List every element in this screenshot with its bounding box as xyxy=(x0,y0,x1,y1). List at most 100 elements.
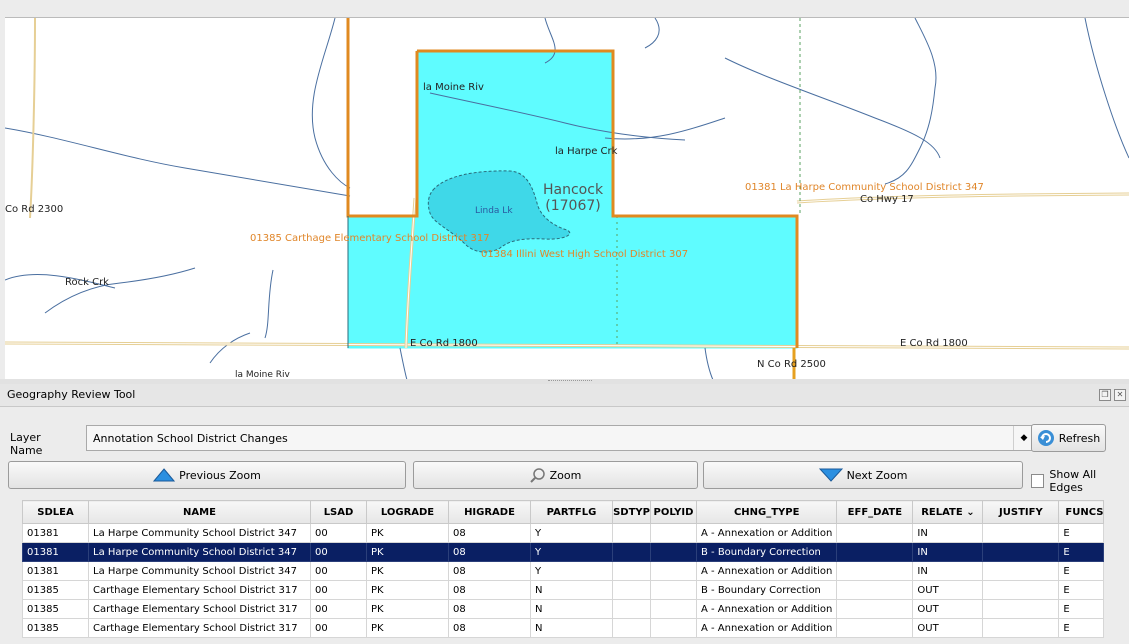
table-cell[interactable]: Carthage Elementary School District 317 xyxy=(88,580,311,600)
table-cell[interactable] xyxy=(612,542,651,562)
table-cell[interactable]: Y xyxy=(530,542,613,562)
table-cell[interactable] xyxy=(836,561,914,581)
table-cell[interactable] xyxy=(612,580,651,600)
restore-icon[interactable]: ❐ xyxy=(1099,389,1111,401)
table-cell[interactable]: 00 xyxy=(310,618,367,638)
table-cell[interactable]: 00 xyxy=(310,599,367,619)
col-header[interactable]: PARTFLG xyxy=(530,500,613,524)
table-cell[interactable]: N xyxy=(530,599,613,619)
table-cell[interactable]: A - Annexation or Addition xyxy=(695,561,838,581)
table-cell[interactable]: 01385 xyxy=(22,618,89,638)
table-cell[interactable]: E xyxy=(1058,561,1105,581)
col-header[interactable]: NAME xyxy=(88,500,311,524)
table-cell[interactable]: PK xyxy=(366,561,449,581)
table-row[interactable]: 01381 La Harpe Community School District … xyxy=(22,542,1105,562)
table-cell[interactable] xyxy=(836,542,914,562)
col-header[interactable]: LSAD xyxy=(310,500,367,524)
refresh-button[interactable]: Refresh xyxy=(1031,424,1106,452)
table-cell[interactable]: IN xyxy=(912,542,984,562)
table-cell[interactable]: 01385 xyxy=(22,580,89,600)
table-cell[interactable] xyxy=(612,618,651,638)
table-cell[interactable] xyxy=(836,599,914,619)
col-header[interactable]: HIGRADE xyxy=(448,500,531,524)
table-cell[interactable]: E xyxy=(1058,618,1105,638)
table-cell[interactable]: E xyxy=(1058,523,1105,543)
col-header[interactable]: SDTYP xyxy=(612,500,651,524)
table-cell[interactable]: PK xyxy=(366,599,449,619)
col-header[interactable]: SDLEA xyxy=(22,500,89,524)
table-row[interactable]: 01381 La Harpe Community School District … xyxy=(22,523,1105,543)
table-cell[interactable]: OUT xyxy=(912,618,984,638)
table-cell[interactable]: A - Annexation or Addition xyxy=(695,618,838,638)
table-cell[interactable]: PK xyxy=(366,523,449,543)
col-header[interactable]: LOGRADE xyxy=(366,500,449,524)
table-cell[interactable]: La Harpe Community School District 347 xyxy=(88,523,311,543)
table-cell[interactable] xyxy=(982,523,1060,543)
table-cell[interactable]: 08 xyxy=(448,523,531,543)
table-cell[interactable]: 00 xyxy=(310,523,367,543)
table-row[interactable]: 01385 Carthage Elementary School District… xyxy=(22,599,1105,619)
table-row[interactable]: 01385 Carthage Elementary School District… xyxy=(22,580,1105,600)
col-header[interactable]: CHNG_TYPE xyxy=(695,500,838,524)
table-cell[interactable]: A - Annexation or Addition xyxy=(695,523,838,543)
table-cell[interactable] xyxy=(836,618,914,638)
col-header-relate[interactable]: RELATE ⌄ xyxy=(912,500,984,524)
table-cell[interactable]: IN xyxy=(912,561,984,581)
show-all-edges-checkbox[interactable]: Show All Edges xyxy=(1031,468,1129,494)
col-header[interactable]: POLYID xyxy=(650,500,697,524)
table-cell[interactable] xyxy=(650,542,697,562)
layer-select[interactable]: Annotation School District Changes ◆ xyxy=(86,425,1035,451)
table-cell[interactable]: 08 xyxy=(448,561,531,581)
table-cell[interactable]: PK xyxy=(366,542,449,562)
table-cell[interactable]: La Harpe Community School District 347 xyxy=(88,542,311,562)
zoom-button[interactable]: Zoom xyxy=(413,461,698,489)
table-cell[interactable] xyxy=(650,618,697,638)
table-cell[interactable]: N xyxy=(530,580,613,600)
table-cell[interactable]: N xyxy=(530,618,613,638)
table-cell[interactable] xyxy=(982,599,1060,619)
table-cell[interactable]: E xyxy=(1058,580,1105,600)
table-cell[interactable]: La Harpe Community School District 347 xyxy=(88,561,311,581)
table-cell[interactable] xyxy=(650,561,697,581)
table-cell[interactable] xyxy=(650,523,697,543)
table-cell[interactable]: 01381 xyxy=(22,542,89,562)
table-cell[interactable]: 08 xyxy=(448,618,531,638)
col-header[interactable]: EFF_DATE xyxy=(836,500,914,524)
table-cell[interactable]: 00 xyxy=(310,561,367,581)
table-cell[interactable]: PK xyxy=(366,580,449,600)
table-cell[interactable] xyxy=(982,561,1060,581)
table-cell[interactable]: 00 xyxy=(310,580,367,600)
table-cell[interactable] xyxy=(982,542,1060,562)
table-cell[interactable]: 08 xyxy=(448,580,531,600)
table-cell[interactable]: B - Boundary Correction xyxy=(695,542,838,562)
table-cell[interactable]: Y xyxy=(530,561,613,581)
table-cell[interactable]: 08 xyxy=(448,599,531,619)
table-cell[interactable]: 08 xyxy=(448,542,531,562)
table-cell[interactable]: B - Boundary Correction xyxy=(695,580,838,600)
close-icon[interactable]: ✕ xyxy=(1114,389,1126,401)
table-cell[interactable]: 01385 xyxy=(22,599,89,619)
table-cell[interactable] xyxy=(650,599,697,619)
table-cell[interactable] xyxy=(836,580,914,600)
table-row[interactable]: 01381 La Harpe Community School District … xyxy=(22,561,1105,581)
table-cell[interactable]: E xyxy=(1058,542,1105,562)
table-cell[interactable]: E xyxy=(1058,599,1105,619)
table-cell[interactable]: PK xyxy=(366,618,449,638)
table-cell[interactable]: IN xyxy=(912,523,984,543)
next-zoom-button[interactable]: Next Zoom xyxy=(703,461,1023,489)
table-cell[interactable] xyxy=(982,580,1060,600)
table-cell[interactable]: Carthage Elementary School District 317 xyxy=(88,618,311,638)
map-canvas[interactable]: la Moine Riv la Harpe Crk Hancock (17067… xyxy=(5,17,1129,380)
table-cell[interactable]: A - Annexation or Addition xyxy=(695,599,838,619)
table-cell[interactable] xyxy=(836,523,914,543)
table-cell[interactable]: 01381 xyxy=(22,561,89,581)
table-row[interactable]: 01385 Carthage Elementary School District… xyxy=(22,618,1105,638)
table-cell[interactable]: Y xyxy=(530,523,613,543)
col-header[interactable]: FUNCS xyxy=(1058,500,1105,524)
table-cell[interactable]: 01381 xyxy=(22,523,89,543)
table-cell[interactable]: Carthage Elementary School District 317 xyxy=(88,599,311,619)
col-header[interactable]: JUSTIFY xyxy=(982,500,1060,524)
table-cell[interactable] xyxy=(650,580,697,600)
previous-zoom-button[interactable]: Previous Zoom xyxy=(8,461,406,489)
table-cell[interactable]: OUT xyxy=(912,599,984,619)
